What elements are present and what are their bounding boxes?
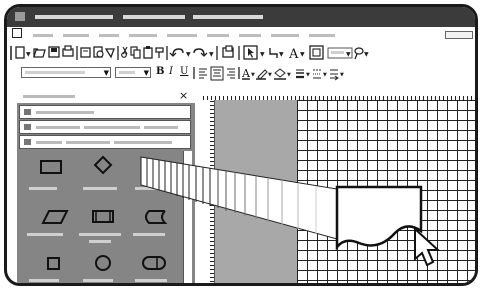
app-window: ▼ ▼ ▼ ▼ ▼ A ▼ ▼ ▼ ▼ ▼ B I U A ▼ ▼ ▼ ▼ ▼ … [4,4,478,286]
drag-overlay [140,156,441,267]
drag-trail [140,156,338,240]
mouse-cursor-icon [414,226,441,267]
dropped-document-shape[interactable] [335,185,423,251]
